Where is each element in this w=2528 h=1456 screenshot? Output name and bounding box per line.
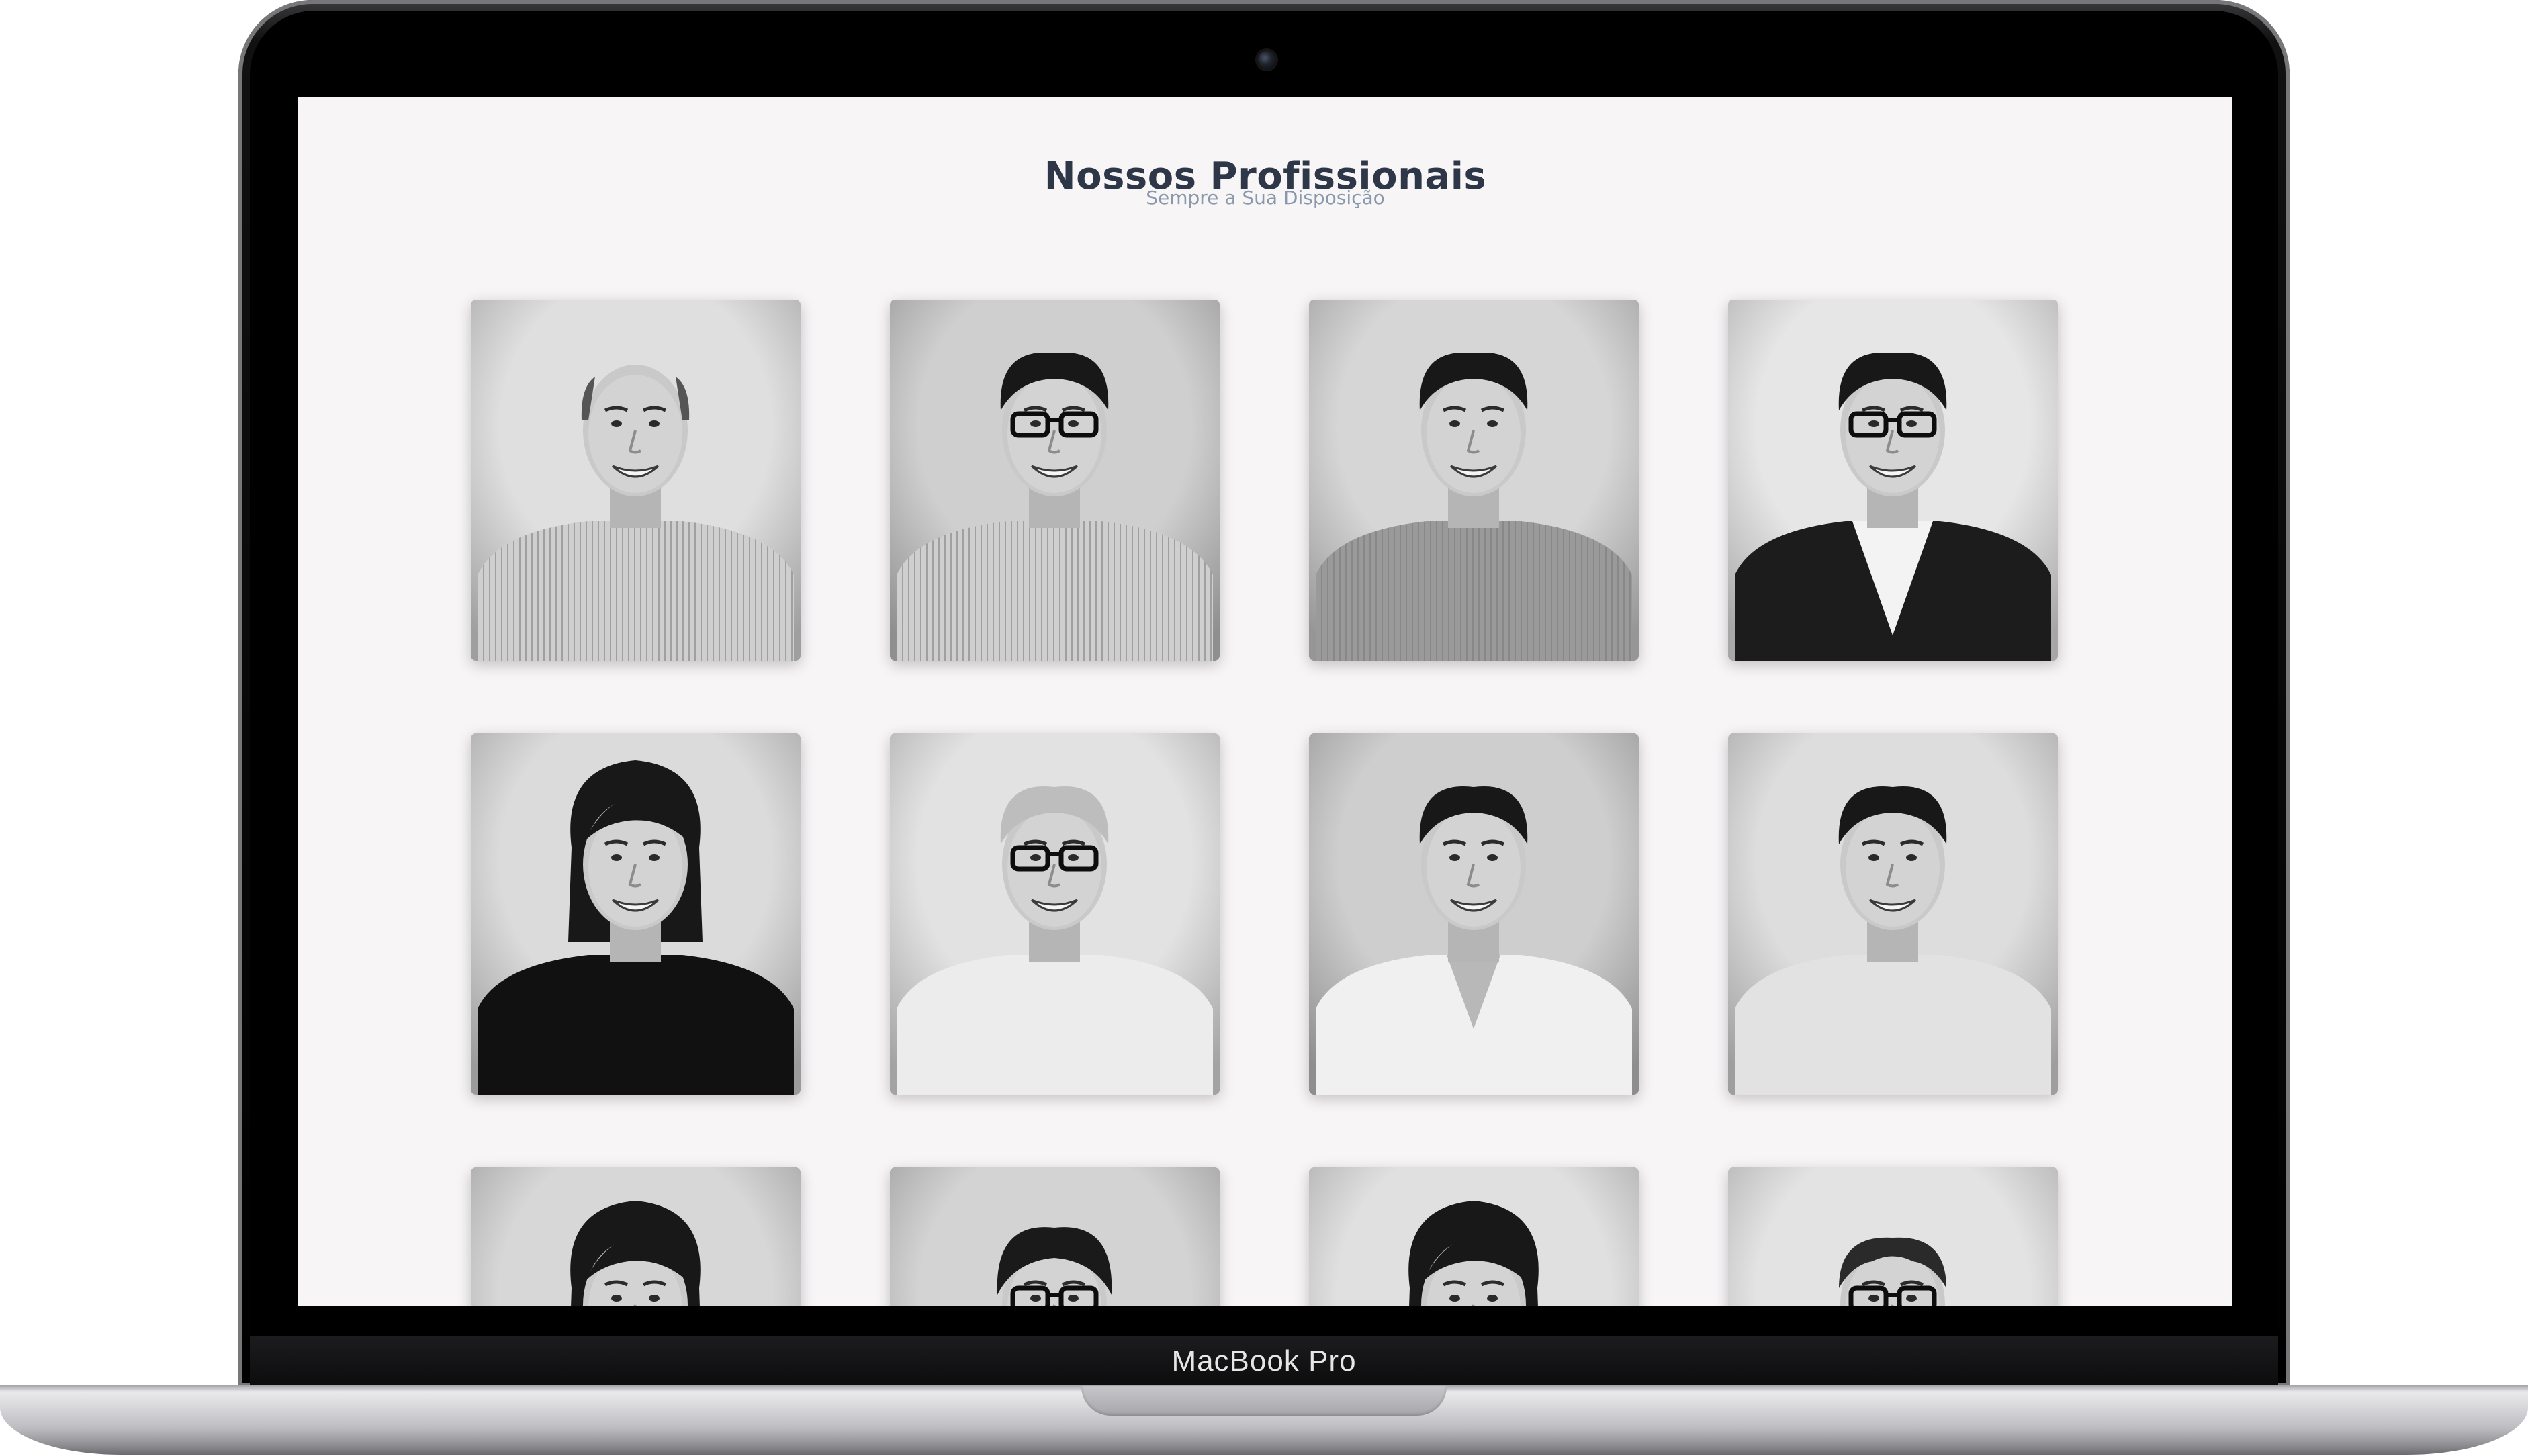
portrait-photo xyxy=(1728,300,2058,661)
portrait-photo xyxy=(1728,1167,2058,1306)
portrait-photo xyxy=(471,300,801,661)
professional-card[interactable] xyxy=(1309,300,1639,661)
portrait-photo xyxy=(890,1167,1220,1306)
professional-card[interactable] xyxy=(1728,1167,2058,1306)
professional-card[interactable] xyxy=(1728,300,2058,661)
professional-card[interactable] xyxy=(471,733,801,1095)
portrait-photo xyxy=(890,733,1220,1095)
professional-card[interactable] xyxy=(1728,733,2058,1095)
portrait-photo xyxy=(1309,1167,1639,1306)
browser-viewport: Nossos Profissionais Sempre a Sua Dispos… xyxy=(298,97,2232,1306)
portrait-photo xyxy=(1728,733,2058,1095)
professional-card[interactable] xyxy=(890,1167,1220,1306)
portrait-photo xyxy=(890,300,1220,661)
portrait-photo xyxy=(471,1167,801,1306)
professional-card[interactable] xyxy=(1309,733,1639,1095)
portrait-photo xyxy=(1309,733,1639,1095)
professional-card[interactable] xyxy=(1309,1167,1639,1306)
professional-card[interactable] xyxy=(890,733,1220,1095)
professional-card[interactable] xyxy=(890,300,1220,661)
professional-card[interactable] xyxy=(471,1167,801,1306)
trackpad-notch xyxy=(1081,1386,1447,1416)
portrait-photo xyxy=(471,733,801,1095)
professionals-grid xyxy=(471,300,2058,1306)
device-model-label: MacBook Pro xyxy=(1171,1345,1357,1377)
page-subtitle: Sempre a Sua Disposição xyxy=(1146,187,1385,209)
camera-icon xyxy=(1258,51,1275,69)
professional-card[interactable] xyxy=(471,300,801,661)
portrait-photo xyxy=(1309,300,1639,661)
